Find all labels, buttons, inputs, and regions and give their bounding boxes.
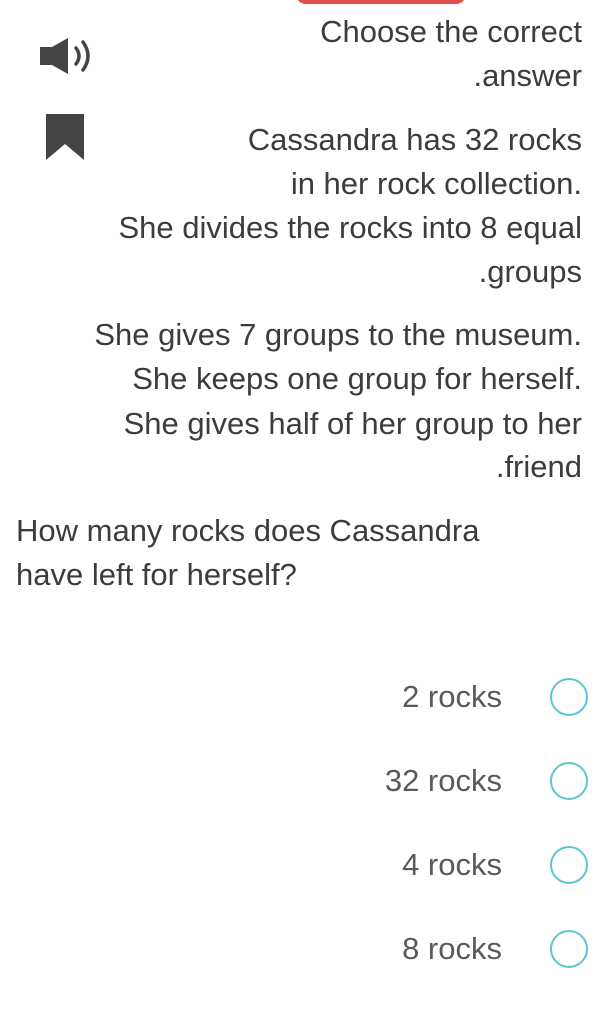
question-line-8: .friend xyxy=(495,449,582,484)
answer-option-3[interactable]: 4 rocks xyxy=(402,841,588,889)
option-label: 2 rocks xyxy=(402,679,502,714)
prompt-line-2: have left for herself? xyxy=(16,557,297,592)
question-line-2: in her rock collection. xyxy=(290,166,582,201)
answer-option-1[interactable]: 2 rocks xyxy=(402,673,588,721)
top-accent-tab xyxy=(296,0,466,4)
radio-button[interactable] xyxy=(550,678,588,716)
question-line-5: She gives 7 groups to the museum. xyxy=(94,317,582,352)
bookmark-icon[interactable] xyxy=(45,114,85,160)
question-line-3: She divides the rocks into 8 equal xyxy=(118,210,582,245)
prompt-line-1: How many rocks does Cassandra xyxy=(16,513,480,548)
radio-button[interactable] xyxy=(550,846,588,884)
question-line-6: She keeps one group for herself. xyxy=(132,361,582,396)
question-line-1: Cassandra has 32 rocks xyxy=(247,122,582,157)
answer-option-2[interactable]: 32 rocks xyxy=(385,757,588,805)
radio-button[interactable] xyxy=(550,930,588,968)
instruction-line-1: Choose the correct xyxy=(320,14,582,49)
option-label: 4 rocks xyxy=(402,847,502,882)
option-label: 8 rocks xyxy=(402,931,502,966)
answer-option-4[interactable]: 8 rocks xyxy=(402,925,588,973)
instruction-line-2: .answer xyxy=(473,58,582,93)
question-line-7: She gives half of her group to her xyxy=(123,406,582,441)
speaker-volume-icon[interactable] xyxy=(38,36,100,76)
question-line-4: .groups xyxy=(478,254,582,289)
option-label: 32 rocks xyxy=(384,763,502,798)
radio-button[interactable] xyxy=(550,762,588,800)
